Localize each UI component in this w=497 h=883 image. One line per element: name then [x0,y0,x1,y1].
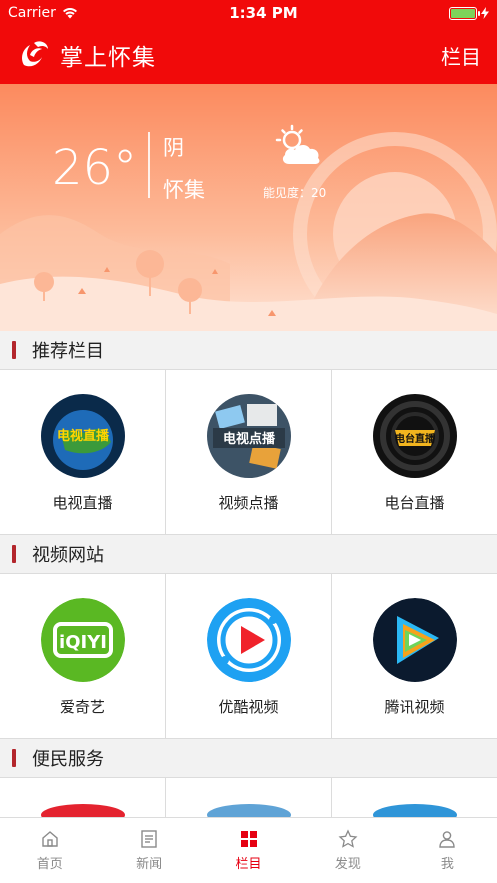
city-name: 怀集 [163,178,205,202]
section-title: 视频网站 [32,545,104,566]
app-title: 掌上怀集 [60,45,156,71]
columns-menu-button[interactable]: 栏目 [441,41,481,70]
section-marker [12,341,16,359]
youku-icon [206,598,291,682]
top-bar: Carrier 1:34 PM 掌上怀集 栏目 [0,0,497,84]
status-time: 1:34 PM [229,4,298,22]
weather-banner: 26° 阴 怀集 能见度：20 [0,84,497,331]
tile-tencent-video[interactable]: 腾讯视频 [332,574,497,738]
tv-live-icon-text: 电视直播 [56,428,109,444]
recommended-grid: 电视直播 电视直播 电视点播 视频点播 电台直播 电台直播 [0,369,497,535]
radio-live-icon: 电台直播 [372,394,457,478]
partly-cloudy-icon [275,124,320,164]
app-header: 掌上怀集 栏目 [0,26,497,84]
section-marker [12,749,16,767]
tab-news[interactable]: 新闻 [99,818,198,883]
video-on-demand-icon-text: 电视点播 [222,431,275,447]
carrier-label: Carrier [8,5,56,21]
tile-iqiyi[interactable]: iQIYI 爱奇艺 [0,574,165,738]
section-marker [12,545,16,563]
tile-label: 电台直播 [384,494,445,512]
tab-columns[interactable]: 栏目 [199,818,298,883]
profile-icon [439,831,456,848]
tv-live-icon: 电视直播 [40,394,125,478]
home-icon [42,831,58,847]
section-header-video-sites: 视频网站 [0,535,497,573]
tile-label: 视频点播 [218,494,279,512]
app-logo-icon [22,41,48,67]
tab-me[interactable]: 我 [398,818,497,883]
grid-icon [240,831,257,847]
iqiyi-icon: iQIYI [40,598,125,682]
tab-label: 我 [440,857,454,872]
discover-icon [338,829,358,848]
section-title: 推荐栏目 [32,341,104,362]
section-title: 便民服务 [32,749,104,770]
section-header-services: 便民服务 [0,739,497,777]
weather-condition: 阴 [163,136,184,160]
iqiyi-icon-text: iQIYI [59,632,107,653]
battery-icon [449,6,480,20]
tile-youku[interactable]: 优酷视频 [166,574,331,738]
status-bar: Carrier 1:34 PM [0,0,497,26]
video-on-demand-icon: 电视点播 [206,394,291,478]
charging-icon [481,7,489,19]
visibility-label: 能见度：20 [263,186,327,200]
tile-label: 优酷视频 [218,698,279,716]
tile-tv-live[interactable]: 电视直播 电视直播 [0,370,165,534]
tile-radio-live[interactable]: 电台直播 电台直播 [332,370,497,534]
bottom-tab-bar: 首页 新闻 栏目 发现 我 [0,817,497,883]
tile-label: 腾讯视频 [384,698,445,716]
tab-label: 首页 [36,857,63,872]
tile-label: 电视直播 [52,494,113,512]
weather-divider [148,132,150,198]
tab-home[interactable]: 首页 [0,818,99,883]
wifi-icon [62,8,77,19]
temperature: 26° [52,140,138,196]
tencent-video-icon [372,598,457,682]
tab-label: 新闻 [136,857,163,872]
radio-live-icon-text: 电台直播 [395,432,436,445]
video-sites-grid: iQIYI 爱奇艺 优酷视频 腾讯视频 [0,573,497,739]
tile-video-on-demand[interactable]: 电视点播 视频点播 [166,370,331,534]
tab-label: 发现 [334,857,361,872]
news-icon [141,830,157,848]
weather-illustration [0,84,497,331]
tab-label: 栏目 [235,857,262,872]
tile-label: 爱奇艺 [59,698,105,716]
section-header-recommended: 推荐栏目 [0,331,497,369]
tab-discover[interactable]: 发现 [298,818,397,883]
